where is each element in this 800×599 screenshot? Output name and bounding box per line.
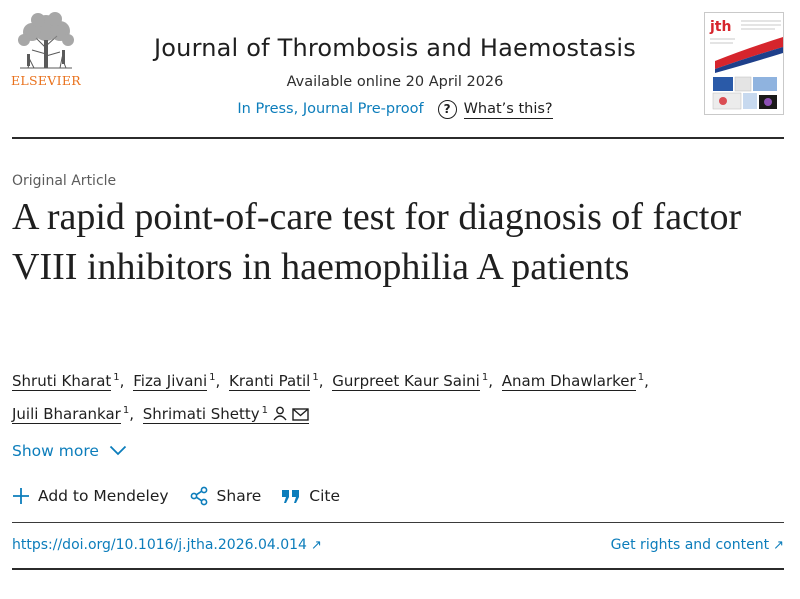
bottom-divider [12,568,784,570]
rights-link[interactable]: Get rights and content ↗ [611,537,784,553]
header-divider [12,137,784,139]
doi-link[interactable]: https://doi.org/10.1016/j.jtha.2026.04.0… [12,537,322,553]
cite-label: Cite [309,487,341,505]
author-affiliation: 1 [113,372,120,383]
question-circle-icon: ? [437,99,457,119]
journal-info: Journal of Thrombosis and Haemostasis Av… [100,32,690,120]
quote-icon [281,488,301,504]
press-status-row: In Press, Journal Pre-proof ? What’s thi… [100,98,690,120]
author-list: Shruti Kharat 1, Fiza Jivani 1, Kranti Pat… [12,363,782,431]
whats-this-label: What’s this? [463,100,553,119]
article-type: Original Article [12,173,117,189]
article-actions: Add to Mendeley Share Cite [12,486,340,506]
author-name: Kranti Patil [229,372,311,391]
author-item[interactable]: Shruti Kharat 1 [12,372,120,391]
journal-cover-thumbnail[interactable]: jth [704,12,784,115]
author-item[interactable]: Anam Dhawlarker 1 [501,372,644,391]
article-title: A rapid point-of-care test for diagnosis… [12,196,742,288]
author-item[interactable]: Juili Bharankar 1 [12,405,129,424]
author-name: Fiza Jivani [133,372,208,391]
author-name: Shruti Kharat [12,372,112,391]
whats-this-button[interactable]: ? What’s this? [437,99,553,119]
show-more-label: Show more [12,442,99,460]
external-arrow-icon: ↗ [310,537,322,553]
author-affiliation: 1 [312,372,319,383]
doi-row: https://doi.org/10.1016/j.jtha.2026.04.0… [12,537,784,553]
author-name: Juili Bharankar [12,405,121,424]
share-label: Share [216,487,262,505]
rights-link-label: Get rights and content [610,537,770,553]
journal-title[interactable]: Journal of Thrombosis and Haemostasis [100,32,690,64]
cover-abbrev: jth [709,19,731,35]
add-to-mendeley-label: Add to Mendeley [38,487,169,505]
share-button[interactable]: Share [189,486,262,506]
chevron-down-icon [109,442,127,460]
plus-icon [12,487,30,505]
actions-divider [12,522,784,523]
cite-button[interactable]: Cite [281,487,340,505]
author-item[interactable]: Gurpreet Kaur Saini 1 [332,372,488,391]
journal-header: ELSEVIER Journal of Thrombosis and Haemo… [0,0,800,138]
person-icon [272,402,288,431]
author-item[interactable]: Fiza Jivani 1 [133,372,215,391]
publisher-name: ELSEVIER [10,73,81,88]
author-name-text: Shrimati Shetty [142,405,260,423]
author-name: Gurpreet Kaur Saini [332,372,480,391]
author-name: Anam Dhawlarker [501,372,636,391]
share-icon [189,486,209,506]
mail-icon [292,402,309,431]
available-online-date: Available online 20 April 2026 [286,74,504,90]
author-name-corresponding: Shrimati Shetty 1 [142,405,310,424]
author-item[interactable]: Kranti Patil 1 [229,372,319,391]
author-item-corresponding[interactable]: Shrimati Shetty 1 [142,405,310,424]
show-more-button[interactable]: Show more [12,442,127,460]
in-press-label: In Press, Journal Pre-proof [237,101,424,117]
add-to-mendeley-button[interactable]: Add to Mendeley [12,487,169,505]
external-arrow-icon: ↗ [773,537,784,553]
doi-link-label: https://doi.org/10.1016/j.jtha.2026.04.0… [12,537,307,553]
author-affiliation: 1 [261,405,269,416]
